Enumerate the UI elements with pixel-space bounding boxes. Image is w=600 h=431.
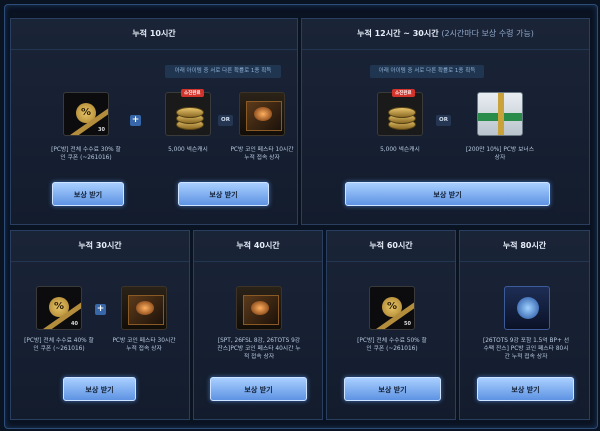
bonus-box-icon <box>477 92 523 136</box>
nexon-cash-desc: 5,000 넥슨캐시 <box>168 147 208 153</box>
claim-reward-button[interactable]: 보상 받기 <box>52 182 124 206</box>
claim-reward-button[interactable]: 보상 받기 <box>210 377 307 401</box>
nexon-cash-desc: 5,000 넥슨캐시 <box>380 147 420 153</box>
nexon-cash-icon <box>377 92 423 136</box>
nexon-cash-icon <box>165 92 211 136</box>
coin-festa-box-icon <box>236 286 282 330</box>
plus-icon: + <box>130 115 141 126</box>
coupon-50-desc: [PC방] 전체 수수료 50% 할인 쿠폰 (~261016) <box>357 338 427 352</box>
or-icon: OR <box>218 115 233 126</box>
panel-60-hours: 누적 60시간 % 50 [PC방] 전체 수수료 50% 할인 쿠폰 (~26… <box>326 230 456 420</box>
coupon-30-icon: % 30 <box>63 92 109 136</box>
panel-80-hours: 누적 80시간 [26TOTS 9강 포함 1.5억 BP+ 선수팩 잔스] P… <box>459 230 590 420</box>
claim-reward-button[interactable]: 보상 받기 <box>344 377 441 401</box>
panel-title: 누적 40시간 <box>194 231 322 262</box>
panel-40-hours: 누적 40시간 [SPT, 26FSL 8강, 26TOTS 9강 잔스]PC방… <box>193 230 323 420</box>
panel-title: 누적 80시간 <box>460 231 589 262</box>
panel-30-hours: 누적 30시간 % 40 [PC방] 전체 수수료 40% 할인 쿠폰 (~26… <box>10 230 190 420</box>
panel-subtitle: (2시간마다 보상 수령 가능) <box>441 29 534 38</box>
or-icon: OR <box>436 115 451 126</box>
panel-12-30-hours: 누적 12시간 ~ 30시간 (2시간마다 보상 수령 가능) 아래 아이템 중… <box>301 18 590 225</box>
box-desc: [26TOTS 9강 포함 1.5억 BP+ 선수팩 잔스] PC방 코인 페스… <box>482 338 570 360</box>
notice-text: 아래 아이템 중 서로 다른 확률로 1종 획득 <box>165 65 281 78</box>
coin-festa-box-icon <box>121 286 167 330</box>
box-desc: PC방 코인 페스타 10시간 누적 접속 상자 <box>230 147 294 161</box>
panel-title: 누적 12시간 ~ 30시간 (2시간마다 보상 수령 가능) <box>302 19 589 50</box>
box-desc: [SPT, 26FSL 8강, 26TOTS 9강 잔스]PC방 코인 페스타 … <box>217 338 301 360</box>
coupon-30-desc: [PC방] 전체 수수료 30% 할인 쿠폰 (~261016) <box>51 147 121 161</box>
coupon-number: 30 <box>98 127 105 133</box>
coupon-40-icon: % 40 <box>36 286 82 330</box>
notice-text: 아래 아이템 중 서로 다른 확률로 1종 획득 <box>370 65 484 78</box>
bonus-box-desc: [200만 10%] PC방 보너스 상자 <box>465 147 535 161</box>
coupon-50-icon: % 50 <box>369 286 415 330</box>
coupon-number: 40 <box>71 321 78 327</box>
claim-reward-button[interactable]: 보상 받기 <box>477 377 574 401</box>
sold-out-badge: 소진완료 <box>392 89 415 97</box>
player-pack-box-icon <box>504 286 550 330</box>
panel-title: 누적 60시간 <box>327 231 455 262</box>
sold-out-badge: 소진완료 <box>181 89 204 97</box>
claim-reward-button[interactable]: 보상 받기 <box>345 182 550 206</box>
claim-reward-button[interactable]: 보상 받기 <box>63 377 136 401</box>
coin-festa-box-icon <box>239 92 285 136</box>
plus-icon: + <box>95 304 106 315</box>
panel-title-text: 누적 12시간 ~ 30시간 <box>357 29 439 38</box>
coupon-40-desc: [PC방] 전체 수수료 40% 할인 쿠폰 (~261016) <box>24 338 94 352</box>
claim-reward-button[interactable]: 보상 받기 <box>178 182 269 206</box>
coupon-number: 50 <box>404 321 411 327</box>
box-desc: PC방 코인 페스타 30시간 누적 접속 상자 <box>112 338 176 352</box>
panel-10-hours: 누적 10시간 아래 아이템 중 서로 다른 확률로 1종 획득 % 30 [P… <box>10 18 298 225</box>
panel-title: 누적 10시간 <box>11 19 297 50</box>
panel-title: 누적 30시간 <box>11 231 189 262</box>
